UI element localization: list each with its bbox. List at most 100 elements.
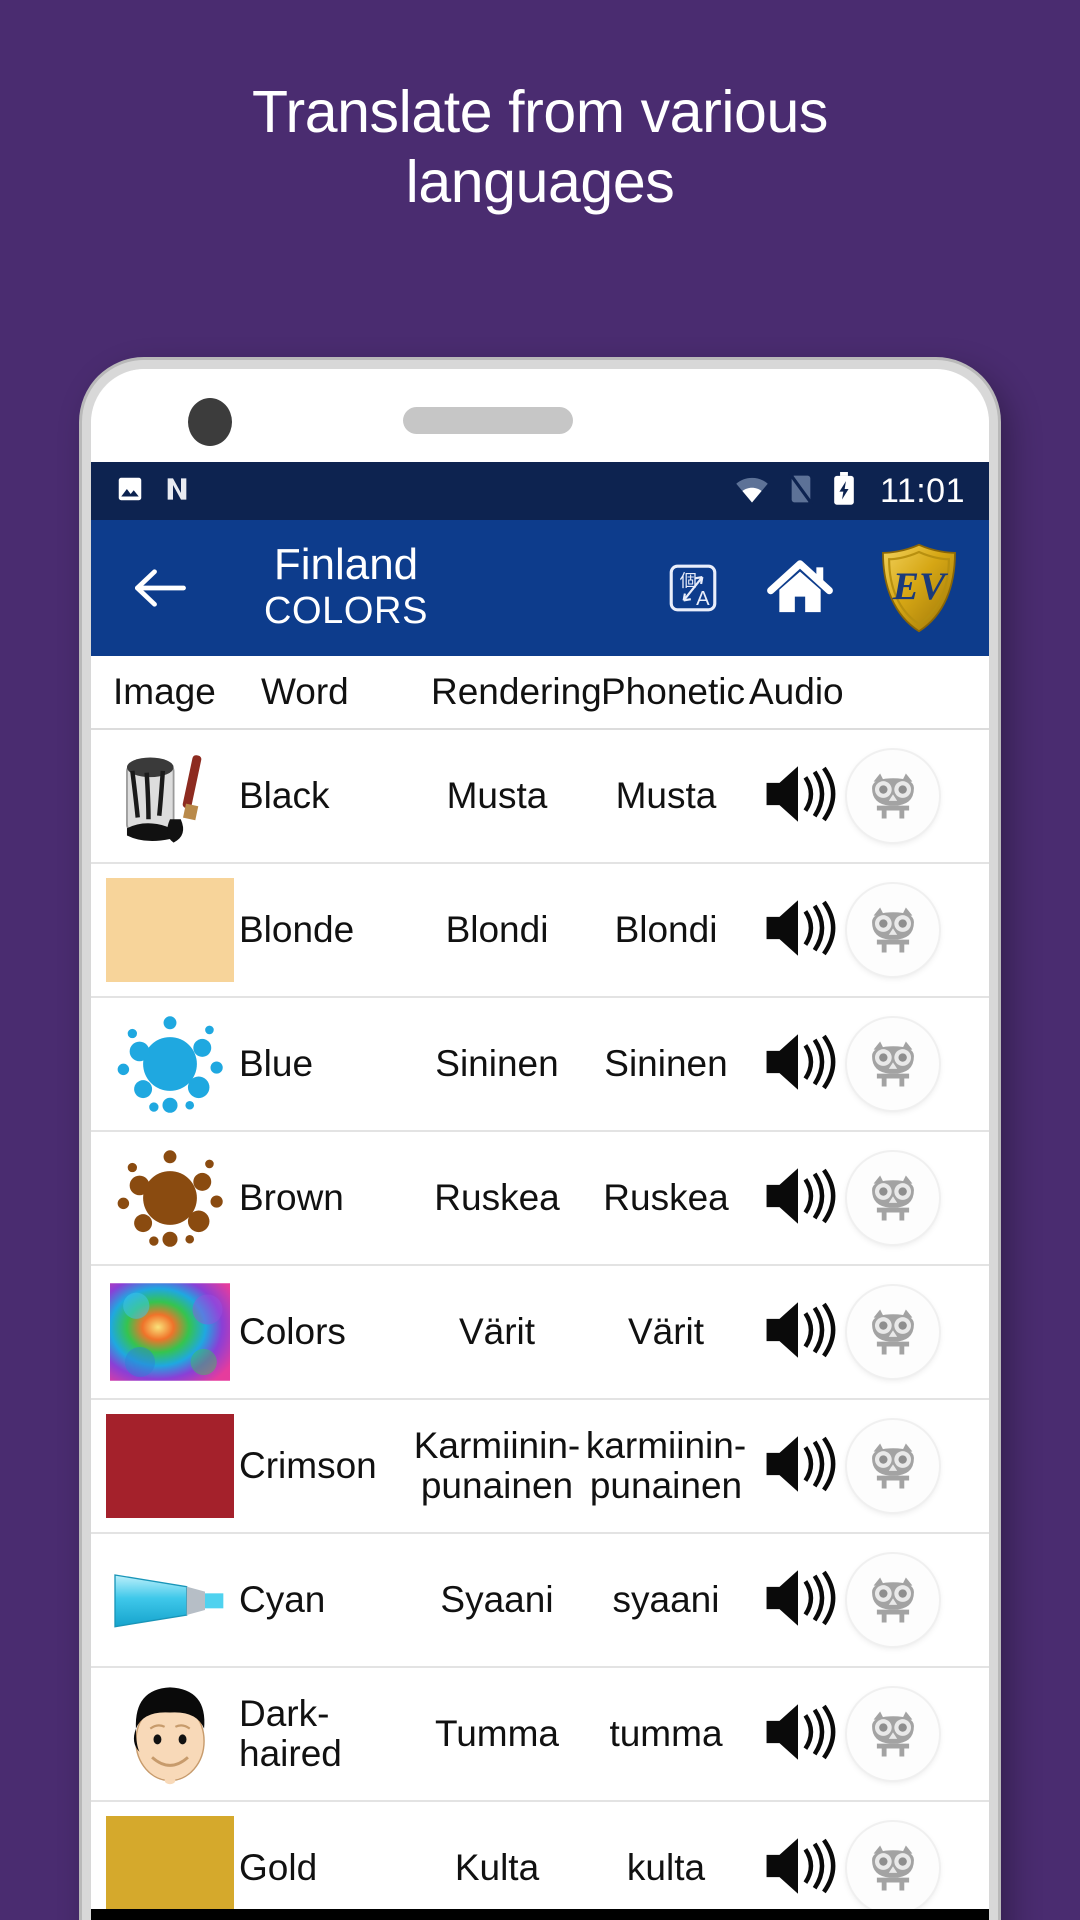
home-button[interactable] xyxy=(765,557,835,619)
row-audio xyxy=(747,1688,989,1780)
front-camera-icon xyxy=(188,398,232,446)
row-word: Gold xyxy=(239,1847,318,1889)
row-rendering: Syaani xyxy=(440,1579,554,1621)
row-audio xyxy=(747,1152,989,1244)
row-phonetic: Blondi xyxy=(614,909,718,951)
paint-tube-icon xyxy=(114,1574,224,1628)
play-audio-button[interactable] xyxy=(759,1427,837,1506)
owl-icon xyxy=(872,1443,914,1489)
back-button[interactable] xyxy=(117,566,203,610)
column-header-phonetic: Phonetic xyxy=(601,671,745,712)
row-audio xyxy=(747,1822,989,1914)
row-word: Blue xyxy=(239,1043,314,1085)
bookmark-owl-button[interactable] xyxy=(847,1554,939,1646)
owl-icon xyxy=(872,1845,914,1891)
row-rendering: Kulta xyxy=(454,1847,540,1889)
bookmark-owl-button[interactable] xyxy=(847,1822,939,1914)
play-audio-button[interactable] xyxy=(759,1025,837,1104)
rainbow-colors-thumbnail xyxy=(110,1283,230,1381)
row-word: Blonde xyxy=(239,909,355,951)
play-audio-button[interactable] xyxy=(759,1829,837,1908)
home-icon xyxy=(767,560,833,613)
bookmark-owl-button[interactable] xyxy=(847,1286,939,1378)
row-audio xyxy=(747,1554,989,1646)
row-word: Dark-haired xyxy=(239,1693,342,1774)
bookmark-owl-button[interactable] xyxy=(847,1152,939,1244)
bookmark-owl-button[interactable] xyxy=(847,1420,939,1512)
owl-icon xyxy=(872,1711,914,1757)
row-image xyxy=(91,1146,239,1250)
owl-icon xyxy=(872,1041,914,1087)
table-row[interactable]: Blue Sininen Sininen xyxy=(91,998,989,1132)
owl-icon xyxy=(872,1577,914,1623)
column-header-audio: Audio xyxy=(749,671,844,712)
paint-splat-icon xyxy=(117,1016,223,1113)
play-audio-button[interactable] xyxy=(759,1561,837,1640)
play-audio-button[interactable] xyxy=(759,757,837,836)
image-icon xyxy=(115,474,145,509)
phone-screen: 11:01 Finland COLORS 個 A EV Image Word R… xyxy=(91,369,989,1920)
play-audio-button[interactable] xyxy=(759,1695,837,1774)
row-word: Brown xyxy=(239,1177,344,1219)
speaker-icon xyxy=(766,765,836,822)
row-image xyxy=(91,878,239,982)
table-row[interactable]: Cyan Syaani syaani xyxy=(91,1534,989,1668)
status-bar-notifications xyxy=(115,473,193,510)
paint-splat-icon xyxy=(117,1150,223,1247)
speaker-icon xyxy=(766,1167,836,1224)
row-phonetic: Ruskea xyxy=(603,1177,729,1219)
app-bar: Finland COLORS 個 A EV xyxy=(91,520,989,656)
table-row[interactable]: Colors Värit Värit xyxy=(91,1266,989,1400)
row-word: Colors xyxy=(239,1311,346,1353)
dark-haired-person-icon xyxy=(133,1687,205,1785)
back-arrow-icon xyxy=(134,569,186,607)
table-header-row: Image Word Rendering Phonetic Audio xyxy=(91,656,989,730)
ev-logo-text: EV xyxy=(892,564,949,608)
color-swatch xyxy=(106,1414,234,1518)
play-audio-button[interactable] xyxy=(759,1159,837,1238)
battery-charging-icon xyxy=(831,471,857,511)
row-audio xyxy=(747,1018,989,1110)
row-rendering: Karmiinin-punainen xyxy=(413,1425,581,1506)
table-row[interactable]: Dark-haired Tumma tumma xyxy=(91,1668,989,1802)
row-phonetic: tumma xyxy=(609,1713,723,1755)
bookmark-owl-button[interactable] xyxy=(847,884,939,976)
column-header-image: Image xyxy=(113,671,216,712)
column-header-rendering: Rendering xyxy=(431,671,602,712)
table-row[interactable]: Gold Kulta kulta xyxy=(91,1802,989,1920)
table-row[interactable]: Blonde Blondi Blondi xyxy=(91,864,989,998)
row-phonetic: Värit xyxy=(627,1311,705,1353)
speaker-icon xyxy=(766,1033,836,1090)
bookmark-owl-button[interactable] xyxy=(847,1018,939,1110)
row-image xyxy=(91,1682,239,1786)
row-image xyxy=(91,1414,239,1518)
table-row[interactable]: Brown Ruskea Ruskea xyxy=(91,1132,989,1266)
play-audio-button[interactable] xyxy=(759,1293,837,1372)
speaker-icon xyxy=(766,1435,836,1492)
row-phonetic: karmiinin-punainen xyxy=(585,1425,747,1506)
owl-icon xyxy=(872,773,914,819)
status-bar-clock: 11:01 xyxy=(879,471,965,510)
row-audio xyxy=(747,750,989,842)
row-rendering: Värit xyxy=(458,1311,536,1353)
ev-shield-icon: EV xyxy=(882,543,956,633)
status-bar: 11:01 xyxy=(91,462,989,520)
table-row[interactable]: Black Musta Musta xyxy=(91,730,989,864)
table-row[interactable]: Crimson Karmiinin-punainen karmiinin-punai… xyxy=(91,1400,989,1534)
word-list[interactable]: Black Musta Musta Blonde Blondi Blondi Blue Sin… xyxy=(91,730,989,1920)
bookmark-owl-button[interactable] xyxy=(847,750,939,842)
owl-icon xyxy=(872,1175,914,1221)
row-rendering: Musta xyxy=(446,775,548,817)
phone-mockup: 11:01 Finland COLORS 個 A EV Image Word R… xyxy=(82,360,998,1920)
row-rendering: Sininen xyxy=(435,1043,559,1085)
phone-top-bezel xyxy=(91,369,989,462)
row-image xyxy=(91,1280,239,1384)
svg-text:A: A xyxy=(696,588,710,610)
row-word: Cyan xyxy=(239,1579,326,1621)
translate-icon: 個 A xyxy=(669,564,717,612)
translate-button[interactable]: 個 A xyxy=(665,560,721,616)
row-word: Black xyxy=(239,775,330,817)
ev-logo-button[interactable]: EV xyxy=(879,543,959,633)
bookmark-owl-button[interactable] xyxy=(847,1688,939,1780)
play-audio-button[interactable] xyxy=(759,891,837,970)
